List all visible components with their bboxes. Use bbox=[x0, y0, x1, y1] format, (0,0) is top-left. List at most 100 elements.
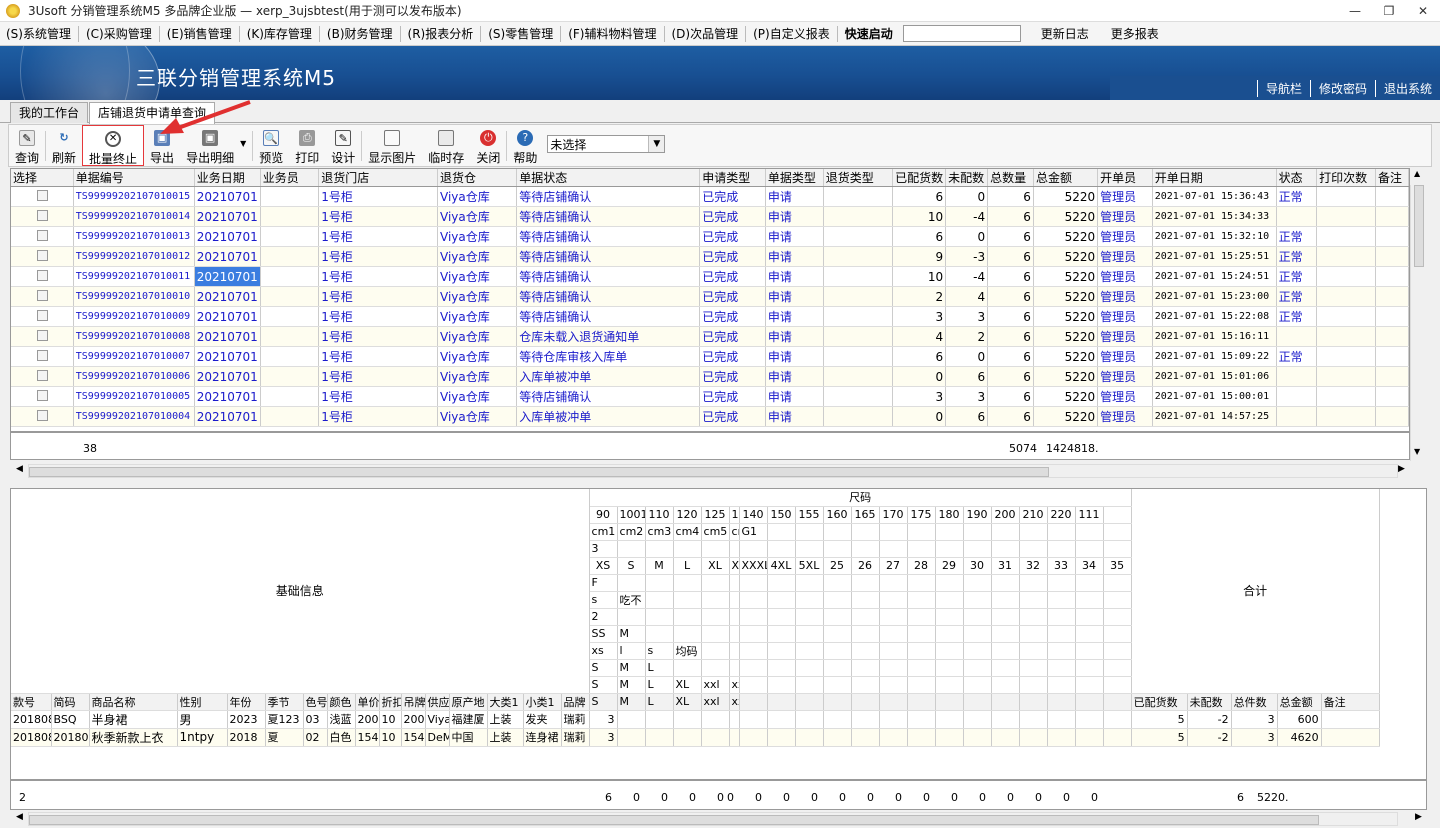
select-cell[interactable] bbox=[11, 366, 74, 387]
menu-custom-reports[interactable]: (P)自定义报表 bbox=[747, 25, 836, 42]
scroll-down-icon[interactable]: ▼ bbox=[1414, 447, 1420, 456]
scroll-thumb[interactable] bbox=[1414, 185, 1424, 267]
row-checkbox[interactable] bbox=[37, 189, 48, 201]
column-header[interactable]: 打印次数 bbox=[1316, 169, 1376, 187]
detail-row[interactable]: 201808201808秋季新款上衣1ntpy2018夏02白色15401015… bbox=[11, 728, 1380, 747]
change-password-link[interactable]: 修改密码 bbox=[1309, 79, 1375, 97]
column-header[interactable]: 款号 bbox=[11, 692, 52, 711]
select-cell[interactable] bbox=[11, 246, 74, 267]
column-header[interactable]: 原产地 bbox=[449, 692, 488, 711]
select-cell[interactable] bbox=[11, 266, 74, 287]
menu-purchase[interactable]: (C)采购管理 bbox=[80, 25, 158, 42]
column-header[interactable]: 状态 bbox=[1276, 169, 1318, 187]
row-checkbox[interactable] bbox=[37, 329, 48, 341]
column-header[interactable]: 色号 bbox=[303, 692, 328, 711]
table-row[interactable]: TS99999202107010004 20210701 1号柜 Viya仓库 入库单被… bbox=[11, 406, 1409, 427]
column-header[interactable]: 备注 bbox=[1321, 692, 1380, 711]
menu-system[interactable]: (S)系统管理 bbox=[0, 25, 77, 42]
table-row[interactable]: TS99999202107010011 20210701 1号柜 Viya仓库 等待店铺… bbox=[11, 266, 1409, 287]
menu-sales[interactable]: (E)销售管理 bbox=[161, 25, 238, 42]
menu-defects[interactable]: (D)次品管理 bbox=[666, 25, 745, 42]
column-header[interactable]: 季节 bbox=[265, 692, 304, 711]
scroll-right-icon[interactable]: ▶ bbox=[1398, 464, 1405, 474]
tab-workbench[interactable]: 我的工作台 bbox=[10, 102, 89, 123]
column-header[interactable]: 单据类型 bbox=[765, 169, 824, 187]
column-header[interactable]: 年份 bbox=[227, 692, 266, 711]
column-header[interactable]: 选择 bbox=[11, 169, 74, 187]
table-row[interactable]: TS99999202107010015 20210701 1号柜 Viya仓库 等待店铺… bbox=[11, 186, 1409, 207]
column-header[interactable]: 开单日期 bbox=[1152, 169, 1277, 187]
column-header[interactable]: 品牌 bbox=[561, 692, 590, 711]
table-row[interactable]: TS99999202107010010 20210701 1号柜 Viya仓库 等待店铺… bbox=[11, 286, 1409, 307]
detail-horizontal-scrollbar[interactable] bbox=[28, 812, 1398, 826]
column-header[interactable]: 简码 bbox=[51, 692, 90, 711]
detail-hscroll-thumb[interactable] bbox=[29, 815, 1319, 825]
exit-system-link[interactable]: 退出系统 bbox=[1374, 79, 1440, 97]
column-header[interactable]: 未配数 bbox=[1187, 692, 1232, 711]
preview-button[interactable]: 🔍 预览 bbox=[253, 125, 289, 166]
column-header[interactable]: 单据状态 bbox=[516, 169, 701, 187]
row-checkbox[interactable] bbox=[37, 309, 48, 321]
column-header[interactable]: 申请类型 bbox=[699, 169, 766, 187]
select-cell[interactable] bbox=[11, 226, 74, 247]
table-row[interactable]: TS99999202107010007 20210701 1号柜 Viya仓库 等待仓库… bbox=[11, 346, 1409, 367]
column-header[interactable]: 单价 bbox=[355, 692, 380, 711]
quick-launch-input[interactable] bbox=[902, 25, 1021, 42]
help-button[interactable]: ? 帮助 bbox=[507, 125, 543, 166]
detail-scroll-right-icon[interactable]: ▶ bbox=[1415, 812, 1422, 822]
row-checkbox[interactable] bbox=[37, 209, 48, 221]
scroll-up-icon[interactable]: ▲ bbox=[1414, 169, 1420, 178]
grid-horizontal-scrollbar[interactable] bbox=[28, 464, 1398, 478]
tab-return-query[interactable]: 店铺退货申请单查询 bbox=[89, 102, 216, 124]
batch-terminate-button[interactable]: ✕ 批量终止 bbox=[82, 125, 145, 166]
column-header[interactable]: 业务日期 bbox=[194, 169, 261, 187]
column-header[interactable]: 性别 bbox=[177, 692, 228, 711]
select-cell[interactable] bbox=[11, 326, 74, 347]
select-cell[interactable] bbox=[11, 406, 74, 427]
column-header[interactable]: 小类1 bbox=[523, 692, 562, 711]
select-cell[interactable] bbox=[11, 346, 74, 367]
close-icon[interactable]: ✕ bbox=[1406, 0, 1440, 22]
row-checkbox[interactable] bbox=[37, 369, 48, 381]
row-checkbox[interactable] bbox=[37, 389, 48, 401]
column-header[interactable]: 单据编号 bbox=[73, 169, 195, 187]
table-row[interactable]: TS99999202107010013 20210701 1号柜 Viya仓库 等待店铺… bbox=[11, 226, 1409, 247]
column-header[interactable]: 供应 bbox=[425, 692, 450, 711]
select-cell[interactable] bbox=[11, 286, 74, 307]
column-header[interactable]: 退货类型 bbox=[823, 169, 894, 187]
column-header[interactable]: 未配数 bbox=[945, 169, 989, 187]
column-header[interactable]: 业务员 bbox=[260, 169, 320, 187]
row-checkbox[interactable] bbox=[37, 249, 48, 261]
column-header[interactable]: 开单员 bbox=[1097, 169, 1153, 187]
query-button[interactable]: ✎ 查询 bbox=[9, 125, 45, 166]
row-checkbox[interactable] bbox=[37, 409, 48, 421]
close-button[interactable]: ⏻ 关闭 bbox=[470, 125, 506, 166]
export-button[interactable]: ▣ 导出 bbox=[144, 125, 180, 166]
scroll-left-icon[interactable]: ◀ bbox=[16, 464, 23, 474]
export-detail-button[interactable]: ▣ 导出明细 bbox=[180, 125, 240, 166]
menu-finance[interactable]: (B)财务管理 bbox=[321, 25, 399, 42]
column-header[interactable]: 总件数 bbox=[1231, 692, 1278, 711]
select-cell[interactable] bbox=[11, 306, 74, 327]
row-checkbox[interactable] bbox=[37, 289, 48, 301]
table-row[interactable]: TS99999202107010008 20210701 1号柜 Viya仓库 仓库未载… bbox=[11, 326, 1409, 347]
menu-reports[interactable]: (R)报表分析 bbox=[402, 25, 480, 42]
hscroll-thumb[interactable] bbox=[29, 467, 1049, 477]
menu-retail[interactable]: (S)零售管理 bbox=[482, 25, 559, 42]
print-button[interactable]: ⎙ 打印 bbox=[289, 125, 325, 166]
row-checkbox[interactable] bbox=[37, 349, 48, 361]
restore-icon[interactable]: ❐ bbox=[1372, 0, 1406, 22]
column-header[interactable]: 颜色 bbox=[327, 692, 356, 711]
detail-scroll-left-icon[interactable]: ◀ bbox=[16, 812, 23, 822]
export-dropdown-icon[interactable]: ▼ bbox=[240, 139, 246, 148]
select-cell[interactable] bbox=[11, 386, 74, 407]
table-row[interactable]: TS99999202107010014 20210701 1号柜 Viya仓库 等待店铺… bbox=[11, 206, 1409, 227]
column-header[interactable]: 总数量 bbox=[987, 169, 1034, 187]
table-row[interactable]: TS99999202107010006 20210701 1号柜 Viya仓库 入库单被… bbox=[11, 366, 1409, 387]
menu-more-reports[interactable]: 更多报表 bbox=[1105, 25, 1165, 42]
design-button[interactable]: ✎ 设计 bbox=[325, 125, 361, 166]
menu-materials[interactable]: (F)辅料物料管理 bbox=[562, 25, 662, 42]
grid-vertical-scrollbar[interactable]: ▲ ▼ bbox=[1410, 169, 1426, 461]
column-header[interactable]: 已配货数 bbox=[892, 169, 947, 187]
select-cell[interactable] bbox=[11, 186, 74, 207]
